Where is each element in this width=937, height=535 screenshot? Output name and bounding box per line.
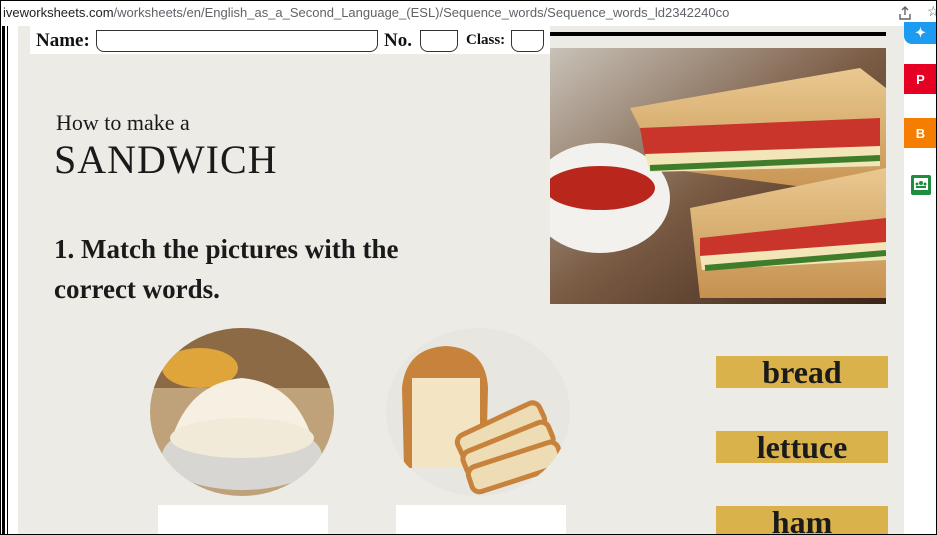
twitter-icon: ✦: [915, 25, 926, 40]
name-bar: Name: No. Class:: [30, 26, 550, 54]
name-label: Name:: [36, 30, 90, 51]
left-border: [2, 26, 5, 535]
address-bar[interactable]: iveworksheets.com/worksheets/en/English_…: [0, 0, 937, 26]
bread-image: [386, 328, 570, 496]
title-line-2: SANDWICH: [54, 137, 278, 182]
twitter-share-button[interactable]: ✦: [904, 22, 937, 44]
url-text[interactable]: iveworksheets.com/worksheets/en/English_…: [3, 5, 729, 20]
name-field[interactable]: [96, 30, 378, 52]
google-classroom-icon: [910, 175, 931, 195]
url-path: /worksheets/en/English_as_a_Second_Langu…: [113, 5, 730, 20]
blogger-icon: B: [915, 125, 926, 141]
url-host: iveworksheets.com: [3, 5, 114, 20]
number-field[interactable]: [420, 30, 458, 52]
answer-box-2[interactable]: [396, 505, 566, 535]
sandwich-photo: [550, 48, 886, 304]
left-border-thin: [7, 26, 8, 535]
pinterest-icon: P: [916, 71, 925, 87]
title-line-1: How to make a: [56, 110, 190, 135]
bookmark-star-icon[interactable]: ☆: [927, 3, 937, 20]
word-tile-ham[interactable]: ham: [716, 506, 888, 535]
class-label: Class:: [466, 32, 506, 48]
instruction: 1. Match the pictures with the correct w…: [54, 234, 399, 304]
header-rule: [550, 32, 886, 36]
mayonnaise-image: [150, 328, 334, 496]
class-field[interactable]: [511, 30, 544, 52]
worksheet: Name: No. Class: How to make a SANDWICH …: [18, 26, 904, 535]
blogger-share-button[interactable]: B: [904, 118, 937, 148]
share-icon[interactable]: [897, 5, 913, 21]
number-label: No.: [384, 30, 412, 51]
google-classroom-share-button[interactable]: [904, 170, 937, 200]
pinterest-share-button[interactable]: P: [904, 64, 937, 94]
answer-box-1[interactable]: [158, 505, 328, 535]
word-tile-lettuce[interactable]: lettuce: [716, 431, 888, 463]
word-tile-bread[interactable]: bread: [716, 356, 888, 388]
